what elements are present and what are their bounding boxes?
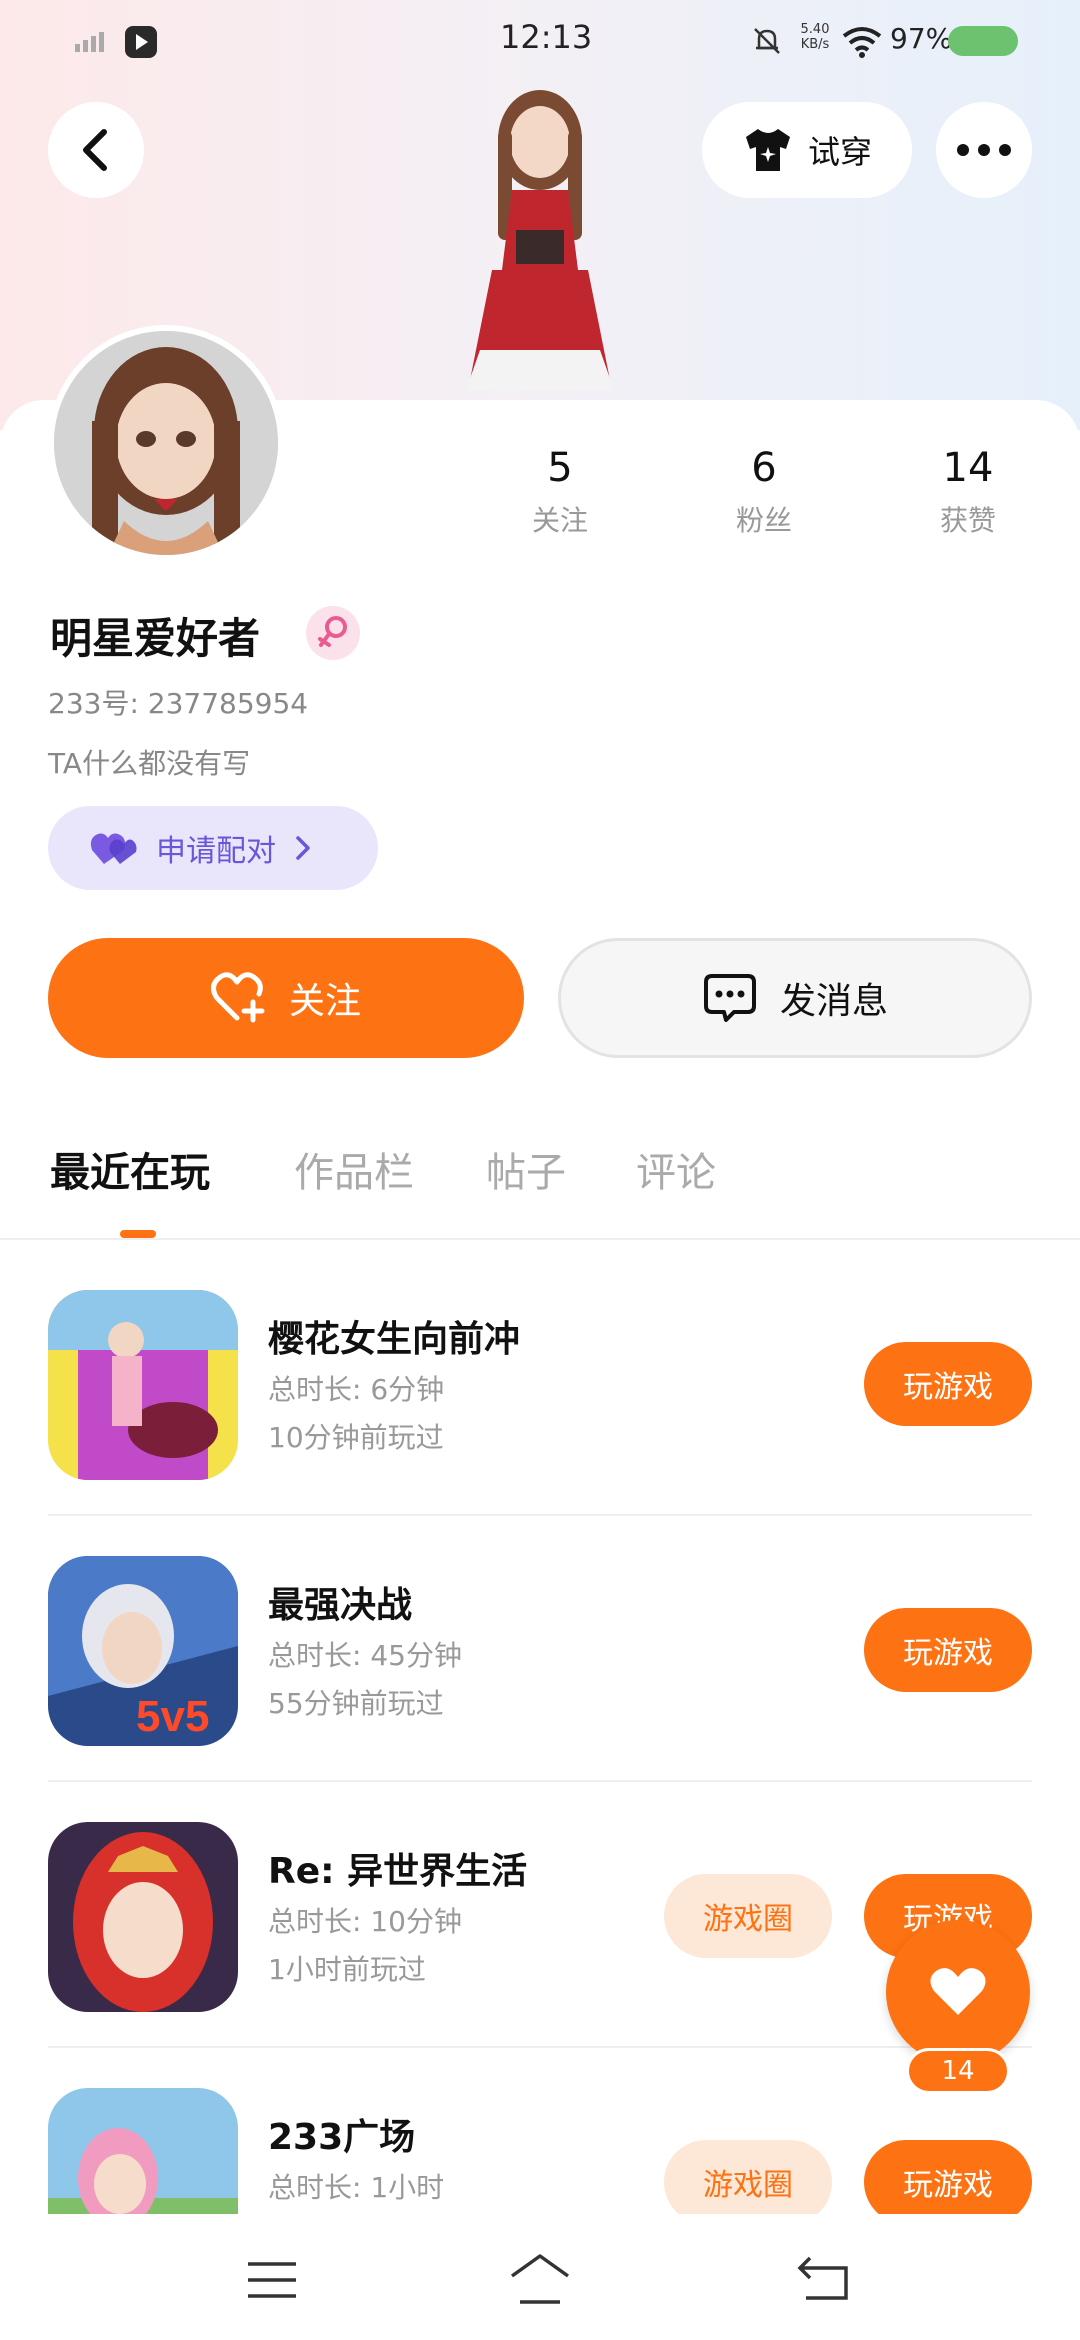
request-pair-button[interactable]: 申请配对 [48, 806, 378, 890]
list-item[interactable]: 233广场 总时长: 1小时 游戏圈 玩游戏 [48, 2048, 1032, 2214]
screen-record-icon [125, 26, 157, 58]
system-nav-bar [0, 2214, 1080, 2340]
profile-tabs: 最近在玩 作品栏 帖子 评论 [0, 1120, 1080, 1240]
tab-posts[interactable]: 帖子 [486, 1140, 566, 1198]
more-dots-icon [957, 144, 1011, 156]
user-id: 233号: 237785954 [48, 687, 309, 720]
request-pair-label: 申请配对 [156, 834, 276, 869]
follow-button[interactable]: 关注 [48, 938, 524, 1058]
tab-recent-played[interactable]: 最近在玩 [50, 1140, 210, 1198]
game-circle-button[interactable]: 游戏圈 [664, 1874, 832, 1958]
game-icon [48, 2088, 238, 2214]
list-item[interactable]: Re: 异世界生活 总时长: 10分钟 1小时前玩过 游戏圈 玩游戏 [48, 1782, 1032, 2048]
heart-icon [930, 1968, 986, 2015]
wifi-icon [842, 27, 882, 58]
stat-following-label: 关注 [531, 504, 588, 537]
game-title: 233广场 [268, 2117, 416, 2158]
home-icon[interactable] [508, 2252, 572, 2306]
chevron-right-icon [296, 836, 310, 860]
list-item[interactable]: 樱花女生向前冲 总时长: 6分钟 10分钟前玩过 玩游戏 [48, 1250, 1032, 1516]
game-last-played: 10分钟前玩过 [268, 1421, 444, 1454]
menu-icon[interactable] [246, 2260, 298, 2300]
stats-row: 5 关注 6 粉丝 14 获赞 [500, 445, 1060, 555]
avatar-image [54, 331, 278, 555]
game-title: 最强决战 [268, 1585, 413, 1626]
tab-works[interactable]: 作品栏 [294, 1140, 414, 1198]
double-heart-icon [90, 833, 137, 864]
net-speed: 5.40 KB/s [800, 22, 830, 52]
game-icon [48, 1290, 238, 1480]
status-time: 12:13 [500, 18, 593, 56]
game-title: 樱花女生向前冲 [268, 1319, 521, 1360]
stat-fans-value: 6 [751, 445, 777, 491]
game-circle-button[interactable]: 游戏圈 [664, 2140, 832, 2214]
game-icon: 5v5 [48, 1556, 238, 1746]
tab-indicator [120, 1230, 156, 1238]
stat-likes-label: 获赞 [939, 504, 996, 537]
gender-badge [306, 606, 360, 660]
tshirt-icon [745, 129, 790, 171]
chevron-left-icon [83, 129, 107, 171]
game-last-played: 55分钟前玩过 [268, 1687, 444, 1720]
try-on-label: 试穿 [807, 133, 872, 171]
send-message-label: 发消息 [779, 981, 888, 1022]
like-count: 14 [906, 2048, 1010, 2094]
try-on-button[interactable]: 试穿 [702, 102, 912, 198]
signal-icon [75, 32, 104, 52]
like-button[interactable] [886, 1920, 1030, 2064]
game-duration: 总时长: 1小时 [268, 2171, 445, 2204]
send-message-button[interactable]: 发消息 [558, 938, 1032, 1058]
play-game-button[interactable]: 玩游戏 [864, 1342, 1032, 1426]
stat-fans[interactable]: 6 粉丝 [704, 445, 824, 539]
avatar[interactable] [48, 325, 284, 561]
chat-bubble-icon [703, 974, 756, 1022]
stat-likes-value: 14 [942, 445, 994, 491]
follow-label: 关注 [288, 981, 361, 1022]
list-item[interactable]: 5v5 最强决战 总时长: 45分钟 55分钟前玩过 玩游戏 [48, 1516, 1032, 1782]
back-button[interactable] [48, 102, 144, 198]
back-icon[interactable] [796, 2254, 852, 2304]
stat-following[interactable]: 5 关注 [500, 445, 620, 539]
more-options-button[interactable] [936, 102, 1032, 198]
game-duration: 总时长: 10分钟 [268, 1905, 462, 1938]
stat-fans-label: 粉丝 [735, 504, 792, 537]
bell-off-icon [754, 28, 780, 54]
play-game-button[interactable]: 玩游戏 [864, 1608, 1032, 1692]
game-title: Re: 异世界生活 [268, 1851, 528, 1892]
bio: TA什么都没有写 [48, 747, 251, 780]
battery-icon [948, 26, 1018, 56]
battery-percent: 97% [890, 22, 953, 55]
status-bar: 12:13 5.40 KB/s 97% [0, 0, 1080, 80]
heart-plus-icon [210, 972, 265, 1023]
game-last-played: 1小时前玩过 [268, 1953, 426, 1986]
female-icon [318, 616, 347, 647]
stat-likes[interactable]: 14 获赞 [908, 445, 1028, 539]
play-game-button[interactable]: 玩游戏 [864, 2140, 1032, 2214]
stat-following-value: 5 [547, 445, 573, 491]
svg-text:5v5: 5v5 [136, 1692, 209, 1741]
username: 明星爱好者 [50, 614, 261, 663]
avatar-figure [466, 90, 614, 390]
tab-comments[interactable]: 评论 [636, 1140, 716, 1198]
game-duration: 总时长: 45分钟 [268, 1639, 462, 1672]
game-duration: 总时长: 6分钟 [268, 1373, 445, 1406]
game-icon [48, 1822, 238, 2012]
